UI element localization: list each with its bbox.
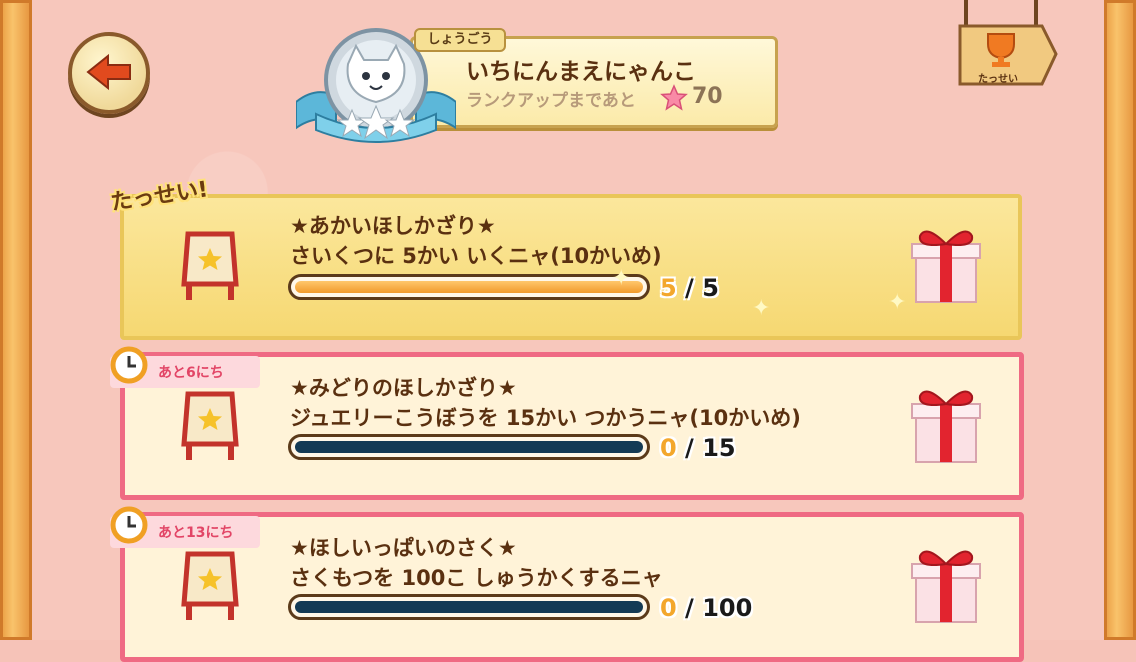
progress-bar <box>288 274 650 300</box>
gift-box-icon[interactable] <box>908 382 984 470</box>
clock-icon <box>110 506 148 548</box>
task-description: さくもつを 100こ しゅうかくするニャ <box>290 566 663 590</box>
progress-track <box>295 441 643 453</box>
days-left-text: あと13にち <box>158 525 234 541</box>
sparkle-icon: ✦ <box>888 290 907 315</box>
sparkle-icon: ✦ <box>752 296 771 321</box>
right-frame <box>1104 0 1136 640</box>
days-left-text: あと6にち <box>158 365 224 381</box>
progress-total: 15 <box>702 434 736 462</box>
task-description: さいくつに 5かい いくニャ(10かいめ) <box>290 244 662 268</box>
star-easel-icon <box>178 226 242 306</box>
achievement-button[interactable]: たっせい <box>958 0 1058 92</box>
progress-count: 5 / 5 <box>660 274 719 302</box>
title-name: いちにんまえにゃんこ <box>466 59 696 85</box>
task-title: ★ほしいっぱいのさく★ <box>290 536 517 560</box>
gift-box-icon[interactable] <box>908 542 984 630</box>
gift-box-icon[interactable] <box>908 222 984 310</box>
pink-star-icon <box>660 84 688 116</box>
progress-bar <box>288 434 650 460</box>
rankup-value: 70 <box>692 84 723 109</box>
progress-count: 0 / 15 <box>660 434 736 462</box>
title-tag: しょうごう <box>414 28 506 52</box>
progress-track <box>295 601 643 613</box>
task-title: ★みどりのほしかざり★ <box>290 376 517 400</box>
trophy-icon <box>987 33 1015 60</box>
progress-total: 100 <box>702 594 753 622</box>
star-easel-icon <box>178 546 242 626</box>
clock-icon <box>110 346 148 388</box>
back-arrow-icon <box>86 53 131 91</box>
progress-current: 0 <box>660 434 677 462</box>
progress-current: 5 <box>660 274 677 302</box>
task-description: ジュエリーこうぼうを 15かい つかうニャ(10かいめ) <box>290 406 801 430</box>
sparkle-icon: ✦ <box>612 266 631 291</box>
back-button[interactable] <box>68 32 150 114</box>
star-easel-icon <box>178 386 242 466</box>
progress-current: 0 <box>660 594 677 622</box>
task-title: ★あかいほしかざり★ <box>290 214 496 238</box>
left-frame <box>0 0 32 640</box>
progress-count: 0 / 100 <box>660 594 753 622</box>
progress-total: 5 <box>702 274 719 302</box>
progress-bar <box>288 594 650 620</box>
rankup-label: ランクアップまであと <box>466 91 636 111</box>
progress-fill <box>295 281 643 293</box>
achievement-label: たっせい <box>978 74 1018 85</box>
